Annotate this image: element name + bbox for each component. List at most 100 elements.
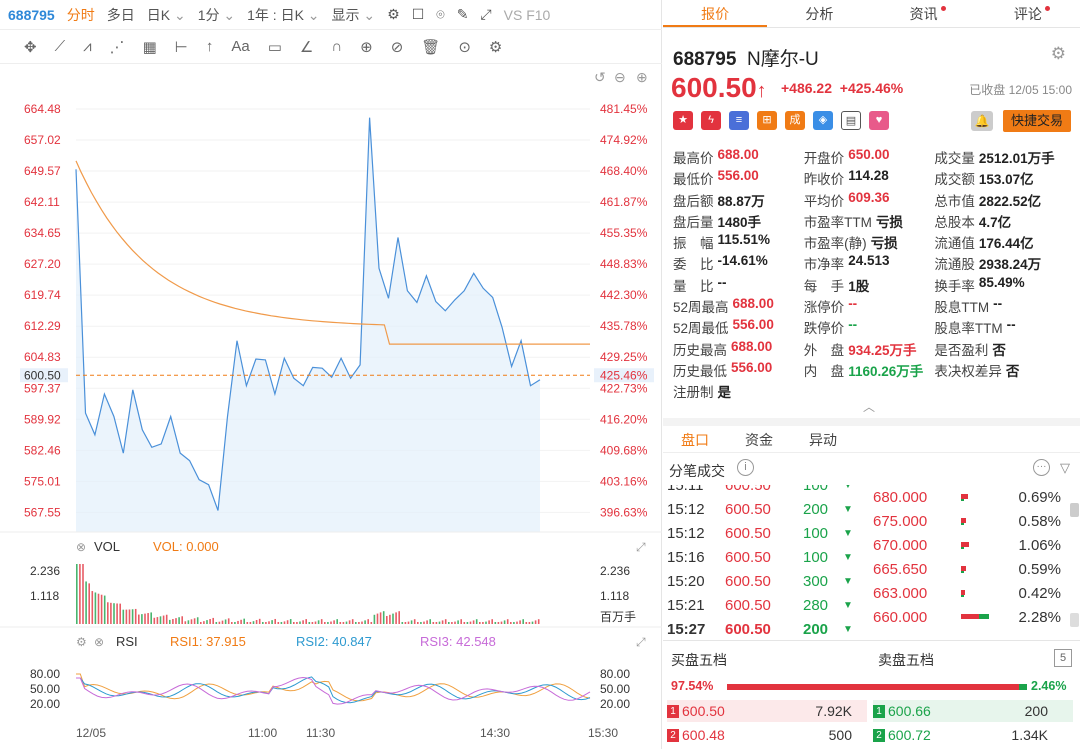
- y-tick-right: 461.87%: [600, 195, 648, 209]
- wave-tool-icon[interactable]: ⋰: [110, 38, 125, 56]
- y-tick-right: 409.68%: [600, 443, 648, 457]
- line-tool-icon[interactable]: ⟋: [55, 38, 66, 55]
- stats-row: 振 幅 115.51% 市盈率(静) 亏损 流通值 176.44亿: [673, 232, 1073, 253]
- reset-icon[interactable]: ↺: [594, 69, 606, 85]
- filter-icon[interactable]: ▽: [1060, 460, 1070, 476]
- expand-rsi-icon[interactable]: ⤢: [635, 635, 646, 649]
- stats-row: 52周最低 556.00 跌停价 -- 股息率TTM --: [673, 317, 1073, 338]
- price-level-row: 680.000 0.69%: [873, 488, 1061, 506]
- rsi-tick: 20.00: [600, 697, 630, 711]
- trade-list[interactable]: 15:11 600.50 100 ▼ 15:12 600.50 200 ▼ 15:12 600.5…: [667, 485, 862, 635]
- layout-icon[interactable]: ☐: [412, 6, 425, 23]
- tab-intraday[interactable]: 分时: [67, 5, 95, 25]
- zoom-out-icon[interactable]: ⊖: [614, 69, 626, 85]
- price-level-row: 660.000 2.28%: [873, 608, 1061, 626]
- trash-icon[interactable]: 🗑: [421, 38, 440, 56]
- tab-comments[interactable]: 评论: [976, 0, 1080, 27]
- move-icon[interactable]: ✥: [24, 38, 37, 56]
- price-level-row: 663.000 0.42%: [873, 584, 1061, 602]
- zoom-in-icon[interactable]: ⊕: [636, 69, 648, 85]
- five-levels: 买盘五档 卖盘五档 5 97.54% 2.46% 1 600.50 7.92K 2 60…: [663, 640, 1080, 749]
- lock-icon[interactable]: ⊕: [360, 38, 373, 56]
- tab-movement[interactable]: 异动: [809, 426, 837, 452]
- stat-label: 开盘价: [803, 151, 845, 166]
- stat-value: 1480手: [717, 214, 762, 230]
- stat-label: 委 比: [673, 257, 714, 273]
- heart-icon[interactable]: ♥: [869, 111, 889, 130]
- stats-row: 委 比 -14.61% 市净率 24.513 流通股 2938.24万: [673, 253, 1073, 274]
- stat-label: 最低价: [673, 172, 714, 188]
- link-icon[interactable]: ⊙: [458, 38, 471, 56]
- pen-icon[interactable]: ✎: [457, 6, 469, 23]
- magnet-icon[interactable]: ∩: [331, 38, 342, 55]
- expand-vol-icon[interactable]: ⤢: [635, 540, 646, 554]
- stat-value: 88.87万: [717, 193, 765, 209]
- tab-analysis[interactable]: 分析: [767, 0, 871, 27]
- bell-icon[interactable]: 🔔: [971, 111, 993, 131]
- stock-code: 688795: [8, 6, 55, 23]
- stat-label: 每 手: [803, 278, 845, 294]
- component-badge: 成: [785, 111, 805, 130]
- fullscreen-icon[interactable]: ⤢: [480, 6, 491, 23]
- period-select[interactable]: 日K: [147, 5, 186, 25]
- settings-icon[interactable]: ⚙: [387, 6, 400, 23]
- price-distribution[interactable]: 680.000 0.69% 675.000 0.58% 670.000 1.06% 665.…: [873, 485, 1070, 636]
- stat-value: 2938.24万: [978, 257, 1042, 273]
- draw-settings-icon[interactable]: ⚙: [489, 38, 502, 56]
- stat-label: 注册制: [673, 385, 714, 401]
- info-icon[interactable]: i: [737, 459, 754, 476]
- stock-name: N摩尔-U: [746, 49, 819, 70]
- tab-news[interactable]: 资讯: [872, 0, 976, 27]
- tab-multiday[interactable]: 多日: [107, 5, 135, 25]
- sell-level-row[interactable]: 2 600.72 1.34K: [873, 724, 1073, 746]
- quick-trade-button[interactable]: 快捷交易: [1003, 110, 1071, 132]
- more-icon[interactable]: ···: [1033, 459, 1050, 476]
- interval-select[interactable]: 1分: [198, 5, 235, 25]
- fib-tool-icon[interactable]: ▦: [143, 38, 157, 56]
- tab-quote[interactable]: 报价: [663, 0, 768, 27]
- stat-value: 1160.26万手: [848, 363, 924, 379]
- rsi-settings-icon[interactable]: ⚙: [76, 635, 87, 649]
- stat-value: 否: [992, 342, 1006, 358]
- scrollbar[interactable]: [1070, 503, 1079, 517]
- arrow-tool-icon[interactable]: ↑: [206, 38, 214, 55]
- tab-orderbook[interactable]: 盘口: [681, 426, 709, 452]
- stat-label: 是否盈利: [934, 342, 989, 358]
- sell-level-row[interactable]: 1 600.66 200: [873, 700, 1073, 722]
- stat-label: 股息TTM: [934, 300, 990, 316]
- range-tool-icon[interactable]: ⊢: [175, 38, 188, 56]
- document-icon: ▤: [841, 111, 861, 130]
- stat-value: --: [1006, 317, 1016, 333]
- scrollbar[interactable]: [1070, 613, 1079, 627]
- stat-label: 流通值: [934, 236, 975, 252]
- close-rsi-icon[interactable]: ⊗: [94, 635, 104, 649]
- hide-icon[interactable]: ⊘: [391, 38, 404, 56]
- text-tool-icon[interactable]: Aa: [231, 38, 249, 55]
- f10-button[interactable]: VS F10: [504, 7, 551, 23]
- buy-level-row[interactable]: 1 600.50 7.92K: [667, 700, 867, 722]
- y-tick-right: 416.20%: [600, 412, 648, 426]
- stat-value: 85.49%: [978, 274, 1025, 290]
- x-tick: 12/05: [76, 726, 106, 740]
- stat-value: 115.51%: [717, 232, 771, 248]
- stats-table: 最高价 688.00 开盘价 650.00 成交量 2512.01万手 最低价 556.00 昨…: [673, 147, 1073, 403]
- market-status: 已收盘 12/05 15:00: [969, 83, 1072, 97]
- stat-value: 650.00: [848, 147, 890, 162]
- stat-label: 52周最低: [673, 321, 729, 337]
- polyline-tool-icon[interactable]: ⩘: [83, 38, 91, 55]
- close-vol-icon[interactable]: ⊗: [76, 540, 86, 554]
- price-chart[interactable]: 664.48 481.45% 657.02 474.92% 649.57 468.40% 6…: [0, 64, 662, 749]
- camera-icon[interactable]: ⌾: [436, 6, 444, 23]
- stat-value: 否: [1005, 363, 1020, 379]
- levels-toggle[interactable]: 5: [1054, 649, 1072, 667]
- vol-unit: 百万手: [600, 610, 636, 624]
- gear-icon[interactable]: ⚙: [1051, 44, 1066, 64]
- range-select[interactable]: 1年 : 日K: [247, 5, 319, 25]
- ruler-icon[interactable]: ∠: [300, 38, 313, 56]
- collapse-icon[interactable]: ︿: [863, 398, 875, 415]
- note-tool-icon[interactable]: ▭: [268, 38, 282, 56]
- buy-level-row[interactable]: 2 600.48 500: [667, 724, 867, 746]
- stat-label: 表决权差异: [934, 363, 1002, 379]
- display-select[interactable]: 显示: [332, 5, 376, 25]
- tab-capital[interactable]: 资金: [745, 426, 773, 452]
